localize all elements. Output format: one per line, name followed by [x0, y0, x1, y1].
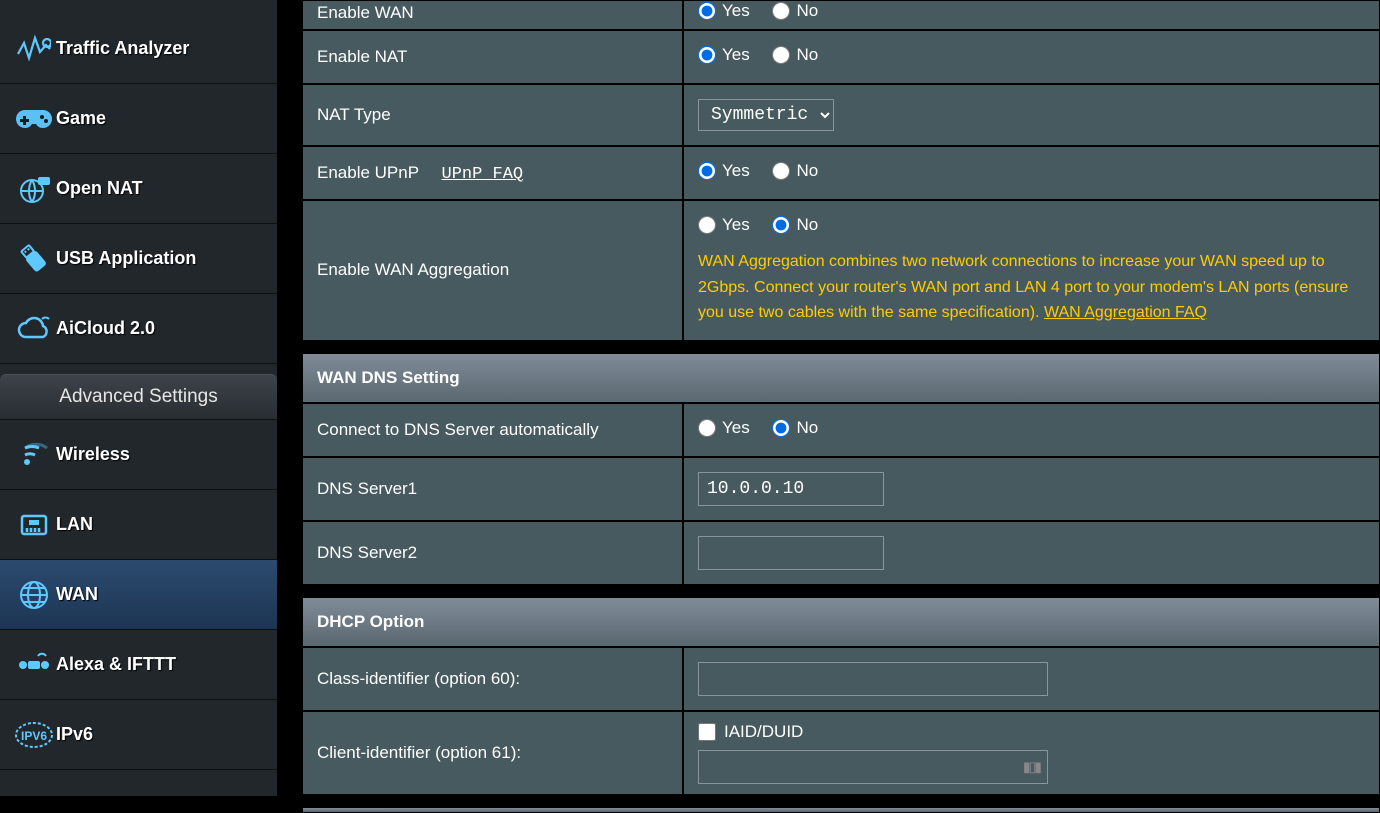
- dns-server1-input[interactable]: [698, 472, 884, 506]
- enable-wan-no[interactable]: No: [772, 1, 818, 21]
- row-enable-wan: Enable WAN Yes No: [302, 0, 1380, 30]
- row-enable-upnp: Enable UPnP UPnP FAQ Yes No: [302, 146, 1380, 200]
- dns-auto-label: Connect to DNS Server automatically: [317, 420, 599, 439]
- row-class-identifier: Class-identifier (option 60):: [302, 647, 1380, 711]
- row-nat-type: NAT Type Symmetric: [302, 84, 1380, 146]
- dns-auto-yes[interactable]: Yes: [698, 418, 750, 438]
- row-client-identifier: Client-identifier (option 61): IAID/DUID…: [302, 711, 1380, 795]
- sidebar-item-alexa-ifttt[interactable]: Alexa & IFTTT: [0, 630, 277, 700]
- sidebar-item-label: Game: [56, 108, 106, 129]
- dns-auto-no[interactable]: No: [772, 418, 818, 438]
- client-identifier-input[interactable]: [698, 750, 1048, 784]
- class-identifier-label: Class-identifier (option 60):: [317, 669, 520, 688]
- row-dns-server1: DNS Server1: [302, 457, 1380, 521]
- sidebar-item-label: AiCloud 2.0: [56, 318, 155, 339]
- sidebar-item-aicloud[interactable]: AiCloud 2.0: [0, 294, 277, 364]
- dhcp-option-header: DHCP Option: [302, 597, 1380, 647]
- next-section-header: [302, 807, 1380, 813]
- enable-upnp-yes[interactable]: Yes: [698, 161, 750, 181]
- client-identifier-label: Client-identifier (option 61):: [317, 743, 521, 762]
- main-content: Enable WAN Yes No Enable NAT Yes No NAT …: [284, 0, 1380, 796]
- wireless-icon: [12, 440, 56, 470]
- enable-upnp-label: Enable UPnP: [317, 163, 419, 182]
- cloud-icon: [12, 315, 56, 343]
- dns-server2-label: DNS Server2: [317, 543, 417, 562]
- sidebar-item-label: WAN: [56, 584, 98, 605]
- sidebar-item-wan[interactable]: WAN: [0, 560, 277, 630]
- usb-icon: [12, 242, 56, 276]
- traffic-analyzer-icon: [12, 34, 56, 64]
- iaid-duid-label: IAID/DUID: [724, 722, 803, 742]
- row-dns-auto: Connect to DNS Server automatically Yes …: [302, 403, 1380, 457]
- svg-text:IPV6: IPV6: [21, 729, 47, 743]
- sidebar-item-open-nat[interactable]: Open NAT: [0, 154, 277, 224]
- enable-nat-label: Enable NAT: [317, 47, 407, 66]
- sidebar-item-label: USB Application: [56, 248, 196, 269]
- wan-aggregation-faq-link[interactable]: WAN Aggregation FAQ: [1044, 304, 1207, 321]
- enable-wan-agg-yes[interactable]: Yes: [698, 215, 750, 235]
- enable-wan-agg-no[interactable]: No: [772, 215, 818, 235]
- enable-wan-agg-label: Enable WAN Aggregation: [317, 260, 509, 279]
- alexa-ifttt-icon: [12, 650, 56, 680]
- sidebar-item-wireless[interactable]: Wireless: [0, 420, 277, 490]
- enable-nat-yes[interactable]: Yes: [698, 45, 750, 65]
- enable-wan-label: Enable WAN: [317, 3, 414, 22]
- upnp-faq-link[interactable]: UPnP FAQ: [442, 165, 524, 184]
- keyboard-icon: ▮▯▮: [1023, 758, 1040, 775]
- iaid-duid-checkbox[interactable]: [698, 723, 716, 741]
- nat-type-label: NAT Type: [317, 105, 391, 124]
- wan-settings-table: Enable WAN Yes No Enable NAT Yes No NAT …: [302, 0, 1380, 813]
- gamepad-icon: [12, 107, 56, 131]
- lan-icon: [12, 510, 56, 540]
- sidebar-item-label: Open NAT: [56, 178, 143, 199]
- enable-wan-yes[interactable]: Yes: [698, 1, 750, 21]
- sidebar-item-traffic-analyzer[interactable]: Traffic Analyzer: [0, 14, 277, 84]
- wan-aggregation-hint: WAN Aggregation combines two network con…: [698, 249, 1365, 326]
- open-nat-icon: [12, 171, 56, 207]
- dns-server1-label: DNS Server1: [317, 479, 417, 498]
- row-enable-wan-aggregation: Enable WAN Aggregation Yes No WAN Aggreg…: [302, 200, 1380, 341]
- sidebar-item-label: LAN: [56, 514, 93, 535]
- enable-nat-no[interactable]: No: [772, 45, 818, 65]
- sidebar-item-label: IPv6: [56, 724, 93, 745]
- ipv6-icon: IPV6: [12, 721, 56, 749]
- nat-type-select[interactable]: Symmetric: [698, 99, 834, 131]
- sidebar-item-lan[interactable]: LAN: [0, 490, 277, 560]
- wan-dns-setting-header: WAN DNS Setting: [302, 353, 1380, 403]
- sidebar-item-label: Traffic Analyzer: [56, 38, 189, 59]
- class-identifier-input[interactable]: [698, 662, 1048, 696]
- sidebar-item-game[interactable]: Game: [0, 84, 277, 154]
- row-enable-nat: Enable NAT Yes No: [302, 30, 1380, 84]
- dns-server2-input[interactable]: [698, 536, 884, 570]
- sidebar-item-usb-application[interactable]: USB Application: [0, 224, 277, 294]
- advanced-settings-header: Advanced Settings: [0, 374, 277, 420]
- sidebar-item-ipv6[interactable]: IPV6 IPv6: [0, 700, 277, 770]
- sidebar-item-label: Alexa & IFTTT: [56, 654, 176, 675]
- enable-upnp-no[interactable]: No: [772, 161, 818, 181]
- globe-icon: [12, 578, 56, 612]
- row-dns-server2: DNS Server2: [302, 521, 1380, 585]
- sidebar: Traffic Analyzer Game Open NAT: [0, 0, 277, 796]
- sidebar-item-label: Wireless: [56, 444, 130, 465]
